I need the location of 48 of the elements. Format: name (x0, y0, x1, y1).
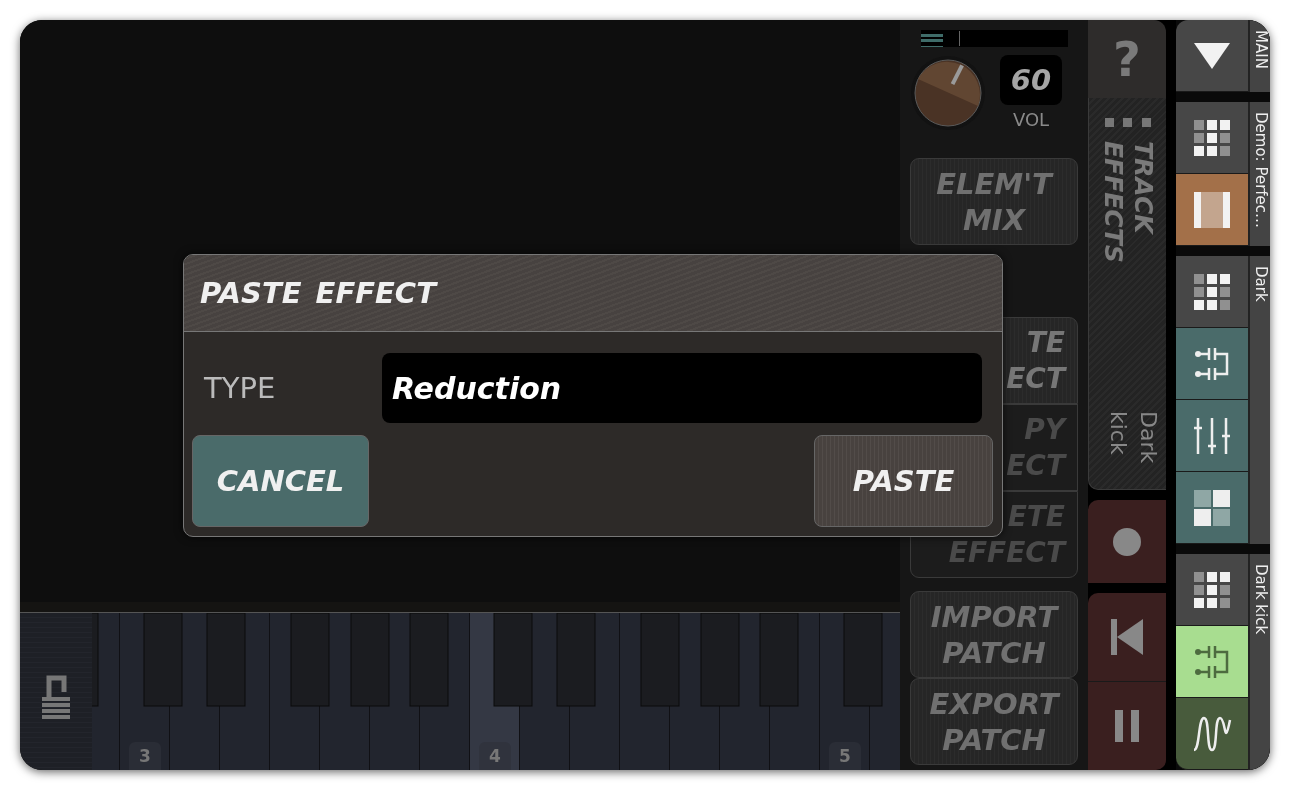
dots-icon (1104, 118, 1151, 127)
track-button[interactable] (1176, 174, 1248, 246)
pause-icon (1115, 710, 1139, 742)
dropdown-icon (1194, 42, 1230, 69)
pause-button[interactable] (1088, 682, 1166, 770)
skip-back-button[interactable] (1088, 593, 1166, 682)
grid-icon (1194, 119, 1230, 156)
octave-label: 4 (479, 742, 511, 770)
waveform-icon (1192, 715, 1232, 752)
track-button[interactable] (1176, 256, 1248, 328)
effect-button[interactable]: EXPORT PATCH (910, 678, 1078, 765)
track-button[interactable] (1176, 102, 1248, 174)
paste-button[interactable]: PASTE (814, 435, 993, 527)
effect-button[interactable]: ELEM'T MIX (910, 158, 1078, 245)
track-effects-tab[interactable]: TRACK EFFECTS Dark kick (1088, 98, 1166, 490)
help-button[interactable]: ? (1088, 20, 1166, 98)
track-button[interactable] (1176, 328, 1248, 400)
grid-icon (1194, 273, 1230, 310)
track-label: Demo: Perfec… (1248, 102, 1270, 246)
record-button[interactable] (1088, 500, 1166, 583)
track-effects-title: TRACK EFFECTS (1097, 141, 1158, 265)
dialog-title: PASTE EFFECT (200, 276, 436, 310)
padlock-icon[interactable] (41, 674, 71, 719)
track-name: Dark kick (1105, 411, 1162, 466)
grid-icon (1194, 571, 1230, 608)
track-label: Dark (1248, 256, 1270, 544)
connector-icon (1195, 643, 1229, 680)
record-icon (1112, 526, 1142, 557)
skip-back-icon (1111, 619, 1143, 655)
volume-label: VOL (1012, 109, 1050, 130)
sliders-icon (1194, 417, 1230, 454)
octave-label: 5 (829, 742, 861, 770)
effect-button[interactable]: IMPORT PATCH (910, 591, 1078, 678)
track-button[interactable] (1176, 626, 1248, 698)
track-button[interactable] (1176, 472, 1248, 544)
octave-label: 3 (129, 742, 161, 770)
columns-icon (1194, 191, 1230, 228)
track-label: Dark kick (1248, 554, 1270, 770)
squares-icon (1194, 489, 1230, 526)
cancel-button[interactable]: CANCEL (192, 435, 369, 527)
type-label: TYPE (204, 371, 277, 405)
track-button[interactable] (1176, 698, 1248, 770)
type-field[interactable]: Reduction (382, 353, 982, 423)
track-label: MAIN (1248, 20, 1270, 92)
track-button[interactable] (1176, 554, 1248, 626)
volume-value: 60 (1000, 55, 1062, 105)
track-button[interactable] (1176, 400, 1248, 472)
connector-icon (1195, 345, 1229, 382)
